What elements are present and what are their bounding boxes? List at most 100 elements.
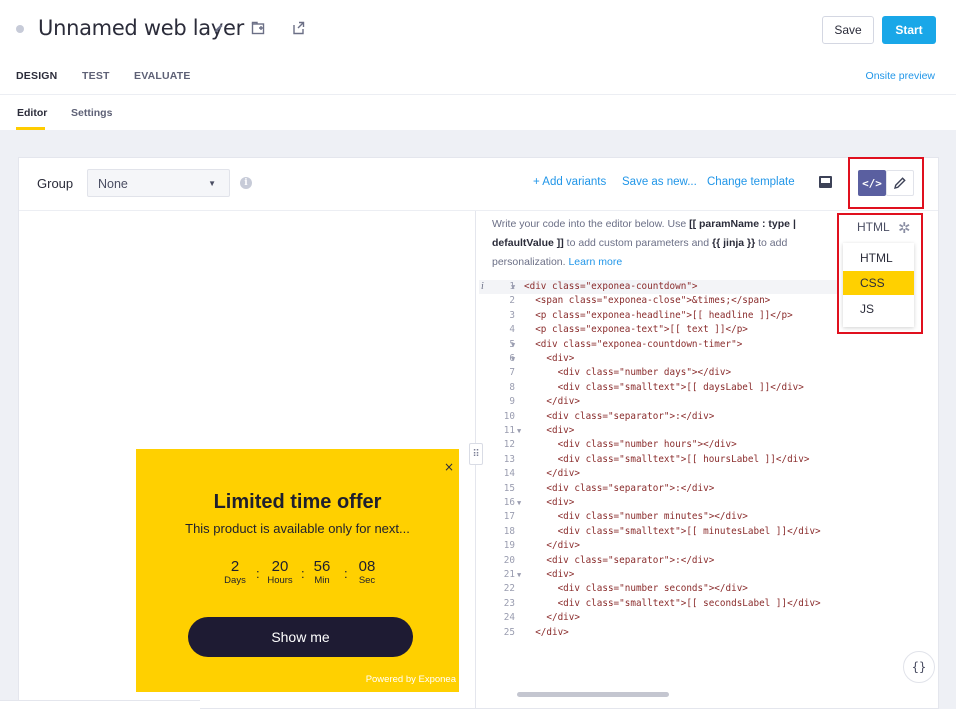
line-number: 21: [503, 569, 515, 580]
learn-more-link[interactable]: Learn more: [568, 256, 622, 268]
line-number: 10: [503, 410, 515, 422]
countdown-separator: :: [256, 566, 260, 581]
line-number: 2: [509, 295, 515, 307]
code-text: <div class="exponea-countdown-timer">: [524, 338, 743, 350]
group-select[interactable]: None ▼: [87, 169, 230, 197]
onsite-preview-link[interactable]: Onsite preview: [866, 70, 935, 82]
countdown-minutes: 56 Min: [309, 559, 335, 587]
tab-evaluate[interactable]: EVALUATE: [134, 70, 191, 82]
code-text: </div>: [524, 612, 580, 624]
line-number: 22: [503, 583, 515, 595]
fold-arrow-icon[interactable]: ▼: [511, 353, 515, 365]
save-as-new-link[interactable]: Save as new...: [622, 176, 697, 188]
line-number: 8: [509, 381, 515, 393]
fold-arrow-icon[interactable]: ▼: [517, 425, 521, 437]
start-button[interactable]: Start: [882, 16, 936, 44]
line-number: 12: [503, 439, 515, 451]
subtab-editor[interactable]: Editor: [17, 107, 47, 119]
fold-arrow-icon[interactable]: ▼: [511, 281, 515, 293]
code-text: <p class="exponea-headline">[[ headline …: [524, 309, 793, 321]
countdown-label: Sec: [358, 575, 376, 586]
layout-toggle-icon[interactable]: [819, 176, 832, 188]
line-number: 3: [509, 309, 515, 321]
hint-jinja-syntax: {{ jinja }}: [712, 237, 756, 249]
line-number: 16: [503, 497, 515, 508]
countdown-separator: :: [301, 566, 305, 581]
tab-test[interactable]: TEST: [82, 70, 110, 82]
change-template-link[interactable]: Change template: [707, 176, 795, 188]
code-text: </div>: [524, 626, 569, 638]
add-to-folder-icon[interactable]: [250, 20, 266, 36]
drag-handle-icon[interactable]: ⠿: [469, 443, 483, 465]
line-number: 7: [509, 367, 515, 379]
language-option-css[interactable]: CSS: [843, 271, 914, 295]
countdown-separator: :: [344, 566, 348, 581]
format-code-icon[interactable]: {}: [903, 651, 935, 683]
code-text: <div class="exponea-countdown">: [524, 281, 698, 292]
edit-title-icon[interactable]: [211, 20, 227, 36]
code-text: <div>: [524, 569, 575, 580]
language-option-js[interactable]: JS: [843, 297, 914, 321]
code-text: <div class="number minutes"></div>: [524, 511, 748, 523]
code-text: <div class="separator">:</div>: [524, 554, 715, 566]
horizontal-scrollbar[interactable]: [517, 692, 669, 697]
code-text: </div>: [524, 468, 580, 480]
popup-close-icon[interactable]: ×: [444, 460, 454, 474]
code-text: <span class="exponea-close">&times;</spa…: [524, 295, 771, 307]
powered-by-text: Powered by Exponea: [365, 674, 456, 685]
line-number: 25: [503, 626, 515, 638]
popup-headline: Limited time offer: [213, 491, 382, 513]
tab-design[interactable]: DESIGN: [16, 70, 57, 82]
countdown-seconds: 08 Sec: [354, 559, 380, 587]
line-number: 11: [503, 425, 515, 436]
code-text: </div>: [524, 396, 580, 408]
group-select-value: None: [98, 177, 128, 191]
gear-icon[interactable]: ✲: [898, 219, 911, 237]
top-bar: Unnamed web layer Save Start: [0, 0, 956, 58]
code-text: <div>: [524, 353, 575, 364]
export-icon[interactable]: [291, 20, 307, 36]
line-info-icon[interactable]: i: [481, 281, 484, 293]
code-text: <div class="number hours"></div>: [524, 439, 737, 451]
code-text: <div>: [524, 497, 575, 508]
hint-text: Write your code into the editor below. U…: [492, 218, 690, 230]
countdown-hours: 20 Hours: [264, 559, 296, 587]
language-select[interactable]: HTML: [857, 220, 890, 234]
code-text: <div>: [524, 425, 575, 436]
add-variants-link[interactable]: + Add variants: [533, 176, 606, 188]
code-text: <div class="smalltext">[[ secondsLabel ]…: [524, 597, 821, 609]
popup-text: This product is available only for next.…: [185, 521, 410, 536]
show-me-button[interactable]: Show me: [188, 617, 413, 657]
countdown-number: 08: [358, 558, 376, 575]
line-number: 17: [503, 511, 515, 523]
editor-hint: Write your code into the editor below. U…: [492, 215, 812, 272]
countdown-number: 2: [230, 558, 240, 575]
group-label: Group: [37, 176, 74, 191]
highlight-box-view-toggle: [848, 157, 924, 209]
info-icon[interactable]: i: [240, 177, 252, 189]
line-number: 24: [503, 612, 515, 624]
code-text: <div class="number days"></div>: [524, 367, 732, 379]
hint-text: to add custom parameters and: [563, 237, 713, 249]
countdown-label: Days: [224, 575, 246, 586]
chevron-down-icon: ▼: [208, 179, 216, 188]
sub-tabs: Editor Settings: [0, 95, 956, 130]
fold-arrow-icon[interactable]: ▼: [517, 497, 521, 509]
countdown-number: 20: [271, 558, 289, 575]
line-number: 4: [509, 324, 515, 336]
fold-arrow-icon[interactable]: ▼: [517, 569, 521, 581]
code-text: <div class="separator">:</div>: [524, 410, 715, 422]
status-dot: [16, 25, 24, 33]
line-number: 19: [503, 540, 515, 552]
line-number: 23: [503, 597, 515, 609]
language-option-html[interactable]: HTML: [843, 246, 914, 270]
line-number: 15: [503, 482, 515, 494]
countdown-days: 2 Days: [221, 559, 249, 587]
save-button[interactable]: Save: [822, 16, 874, 44]
line-number: 18: [503, 525, 515, 537]
subtab-settings[interactable]: Settings: [71, 107, 112, 119]
line-number: 13: [503, 453, 515, 465]
line-number: 9: [509, 396, 515, 408]
fold-arrow-icon[interactable]: ▼: [511, 339, 515, 351]
countdown-number: 56: [313, 558, 331, 575]
